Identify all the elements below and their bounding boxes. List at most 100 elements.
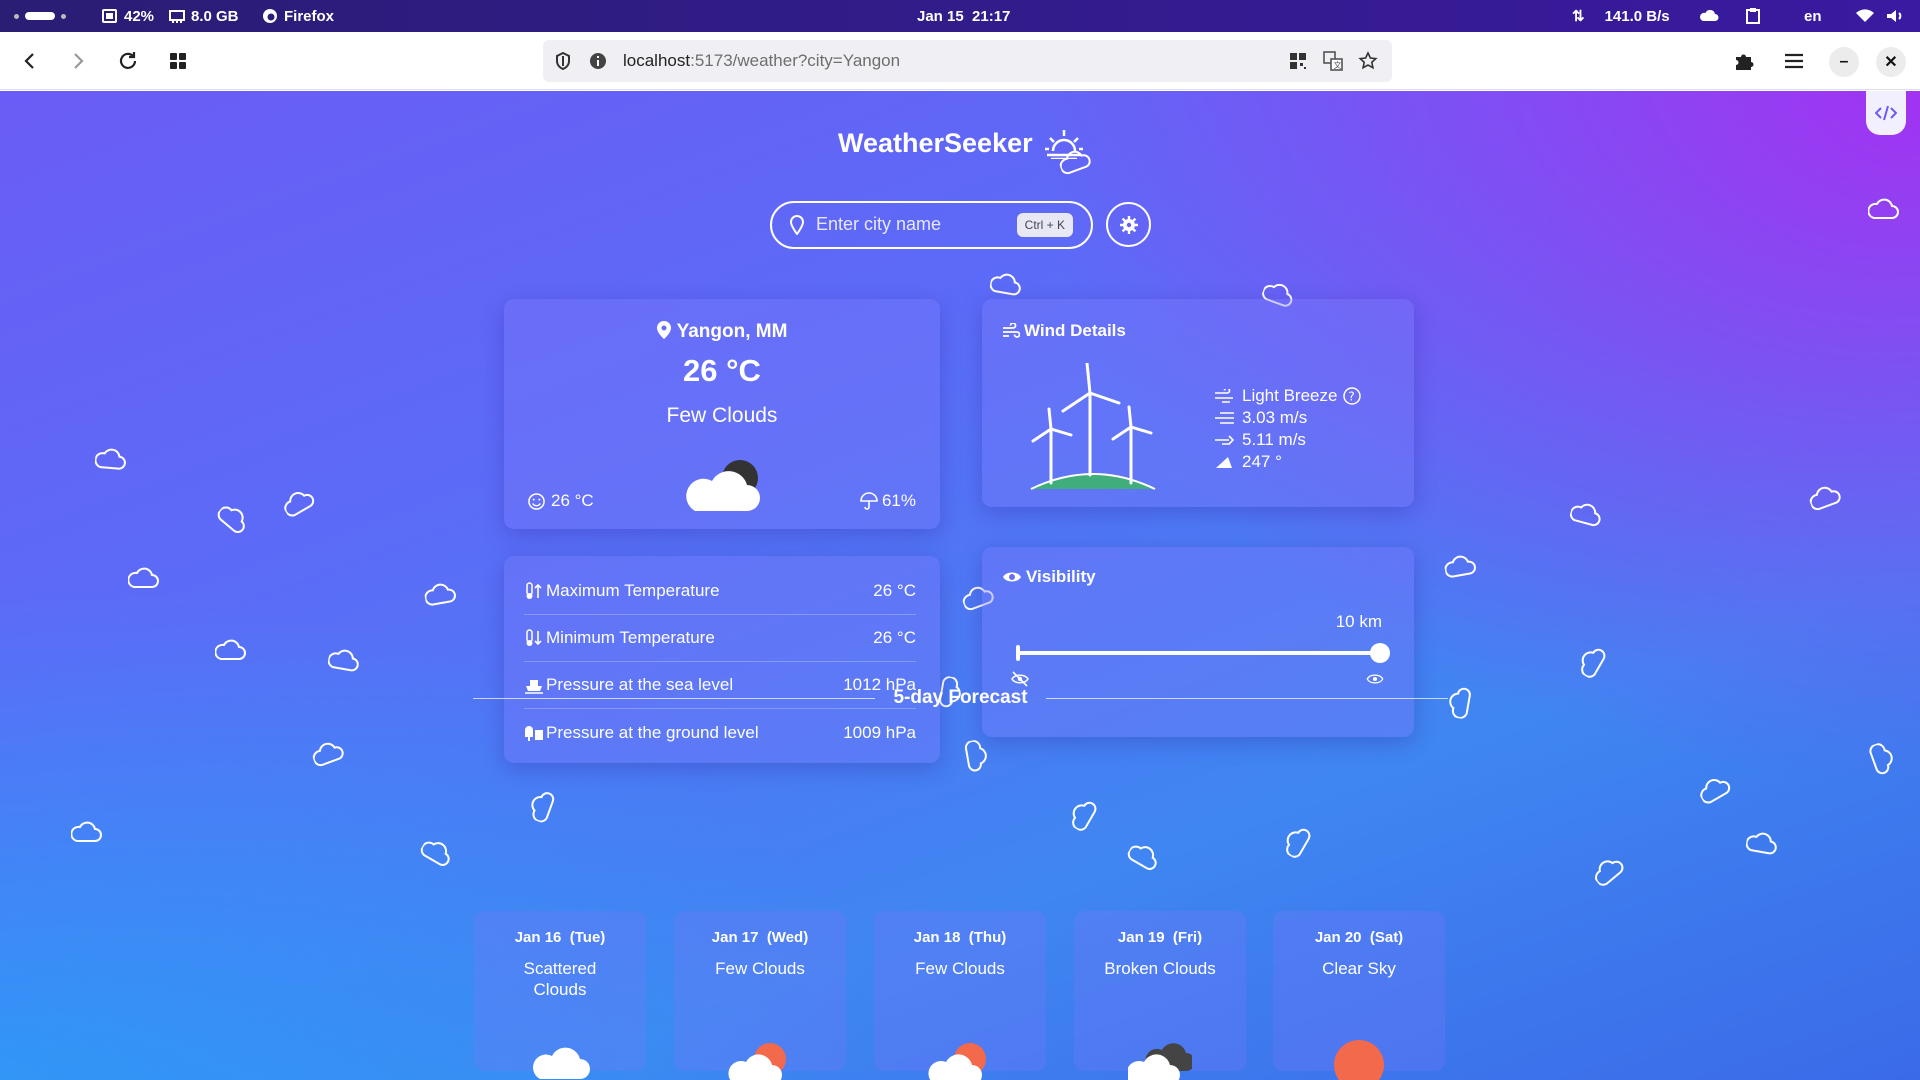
clock[interactable]: Jan 15 21:17	[917, 0, 1010, 32]
sun-cloud-icon	[928, 1043, 986, 1080]
dark-cloud-icon	[1128, 1043, 1192, 1080]
visibility-value: 10 km	[1335, 612, 1382, 631]
detail-label: Pressure at the ground level	[546, 722, 759, 742]
reload-icon	[119, 52, 137, 69]
sunrise-icon	[1044, 129, 1083, 159]
forecast-condition: Clear Sky	[1322, 959, 1396, 978]
ground-pressure-icon	[525, 725, 543, 741]
dev-tools-button[interactable]	[1866, 91, 1906, 135]
reload-button[interactable]	[112, 45, 144, 77]
forecast-day-card[interactable]: Jan 20 (Sat) Clear Sky	[1273, 911, 1445, 1080]
qr-code-icon[interactable]	[1289, 52, 1307, 70]
city-search[interactable]: Ctrl + K	[770, 201, 1093, 249]
wind-icon	[1003, 323, 1020, 338]
url-path: :5173/weather?city=Yangon	[690, 51, 901, 70]
divider	[1045, 697, 1448, 699]
forecast-date: Jan 20 (Sat)	[1314, 929, 1404, 946]
memory-indicator: 8.0 GB	[169, 0, 239, 32]
wind-direction: 247 °	[1214, 451, 1361, 473]
active-app[interactable]: Firefox	[262, 0, 334, 32]
wind-turbines-illustration	[1030, 363, 1156, 490]
back-button[interactable]	[14, 45, 46, 77]
detail-value: 26 °C	[873, 628, 916, 647]
forecast-condition: Few Clouds	[715, 959, 805, 978]
details-card: Maximum Temperature 26 °C Minimum Temperat…	[504, 556, 940, 763]
page-content: WeatherSeeker Ctrl + K Yangon, MM 26 °C …	[0, 91, 1920, 1080]
eye-icon	[1003, 572, 1021, 582]
settings-button[interactable]	[1106, 202, 1151, 247]
visibility-title-text: Visibility	[1026, 567, 1096, 586]
grid-icon	[170, 53, 186, 69]
location-label: Yangon, MM	[504, 321, 940, 343]
forecast-date: Jan 18 (Thu)	[913, 929, 1007, 946]
volume-icon[interactable]	[1886, 0, 1904, 32]
app-title: WeatherSeeker	[838, 128, 1033, 158]
firefox-icon	[263, 9, 277, 23]
feels-like-value: 26 °C	[551, 491, 594, 510]
extensions-button[interactable]	[1728, 45, 1760, 77]
current-weather-card: Yangon, MM 26 °C Few Clouds 26 °C 61%	[504, 299, 940, 529]
bookmark-star-icon[interactable]	[1358, 51, 1378, 71]
close-window-button[interactable]: ✕	[1876, 47, 1906, 77]
forecast-day-card[interactable]: Jan 17 (Wed) Few Clouds	[674, 911, 846, 1080]
forecast-day-card[interactable]: Jan 18 (Thu) Few Clouds	[874, 911, 1046, 1080]
url-text[interactable]: localhost:5173/weather?city=Yangon	[623, 51, 900, 71]
language-indicator[interactable]: en	[1804, 0, 1822, 32]
wind-stats: Light Breeze ? 3.03 m/s 5.11 m/s 247 °	[1214, 385, 1362, 473]
city-search-input[interactable]	[816, 214, 1006, 235]
puzzle-icon	[1736, 54, 1754, 70]
clock-text: Jan 15 21:17	[917, 7, 1011, 25]
wind-gust-text: 5.11 m/s	[1242, 430, 1306, 449]
forecast-day-card[interactable]: Jan 16 (Tue) Scattered Clouds	[474, 911, 646, 1079]
wind-title-text: Wind Details	[1024, 321, 1126, 340]
detail-label: Minimum Temperature	[546, 628, 715, 647]
cloud-sync-icon[interactable]	[1699, 0, 1719, 32]
wind-speed: 3.03 m/s	[1214, 407, 1361, 429]
forward-button[interactable]	[62, 45, 94, 77]
visibility-slider-thumb[interactable]	[1370, 643, 1390, 663]
workspace-indicator[interactable]	[14, 0, 66, 32]
browser-toolbar: localhost:5173/weather?city=Yangon 文 – ✕	[0, 32, 1920, 90]
clipboard-icon[interactable]	[1746, 0, 1760, 32]
wifi-icon[interactable]	[1856, 0, 1874, 32]
code-icon	[1875, 105, 1897, 121]
menu-button[interactable]	[1778, 45, 1810, 77]
extensions-grid-button[interactable]	[162, 45, 194, 77]
visibility-slider[interactable]	[1016, 643, 1390, 663]
translate-icon[interactable]: 文	[1323, 51, 1343, 71]
sun-cloud-icon	[728, 1043, 786, 1080]
gust-icon	[1215, 435, 1235, 445]
close-icon: ✕	[1884, 54, 1898, 71]
wind-direction-text: 247 °	[1242, 452, 1282, 471]
cloud-icon	[533, 1047, 590, 1079]
speed-lines-icon	[1215, 412, 1234, 424]
address-bar[interactable]: localhost:5173/weather?city=Yangon 文	[543, 40, 1392, 82]
svg-text:文: 文	[1334, 60, 1342, 70]
weather-page: WeatherSeeker Ctrl + K Yangon, MM 26 °C …	[0, 91, 1920, 1080]
wind-title: Wind Details	[1002, 321, 1126, 341]
network-speed: 141.0 B/s	[1604, 7, 1670, 25]
hamburger-icon	[1785, 53, 1803, 69]
sun-icon	[1334, 1040, 1384, 1080]
divider	[473, 697, 876, 699]
help-icon[interactable]: ?	[1343, 387, 1362, 405]
smile-icon	[528, 492, 545, 510]
wind-description: Light Breeze ?	[1214, 385, 1362, 407]
wind-gust: 5.11 m/s	[1214, 429, 1361, 451]
wind-speed-text: 3.03 m/s	[1242, 408, 1308, 427]
memory-text: 8.0 GB	[191, 7, 239, 25]
info-icon[interactable]	[589, 52, 607, 70]
forecast-day-card[interactable]: Jan 19 (Fri) Broken Clouds	[1074, 911, 1246, 1080]
detail-row: Maximum Temperature 26 °C	[524, 568, 916, 615]
location-pin-icon	[790, 215, 804, 235]
wind-description-text: Light Breeze	[1242, 386, 1338, 405]
shortcut-hint: Ctrl + K	[1016, 213, 1073, 237]
humidity-value: 61%	[881, 491, 916, 510]
arrow-left-icon	[24, 53, 34, 69]
minimize-button[interactable]: –	[1829, 47, 1859, 77]
shield-icon[interactable]	[555, 52, 571, 70]
detail-row: Minimum Temperature 26 °C	[524, 615, 916, 662]
forecast-condition: Broken Clouds	[1104, 959, 1216, 978]
humidity: 61%	[860, 491, 916, 511]
battery-text: 42%	[124, 7, 155, 25]
